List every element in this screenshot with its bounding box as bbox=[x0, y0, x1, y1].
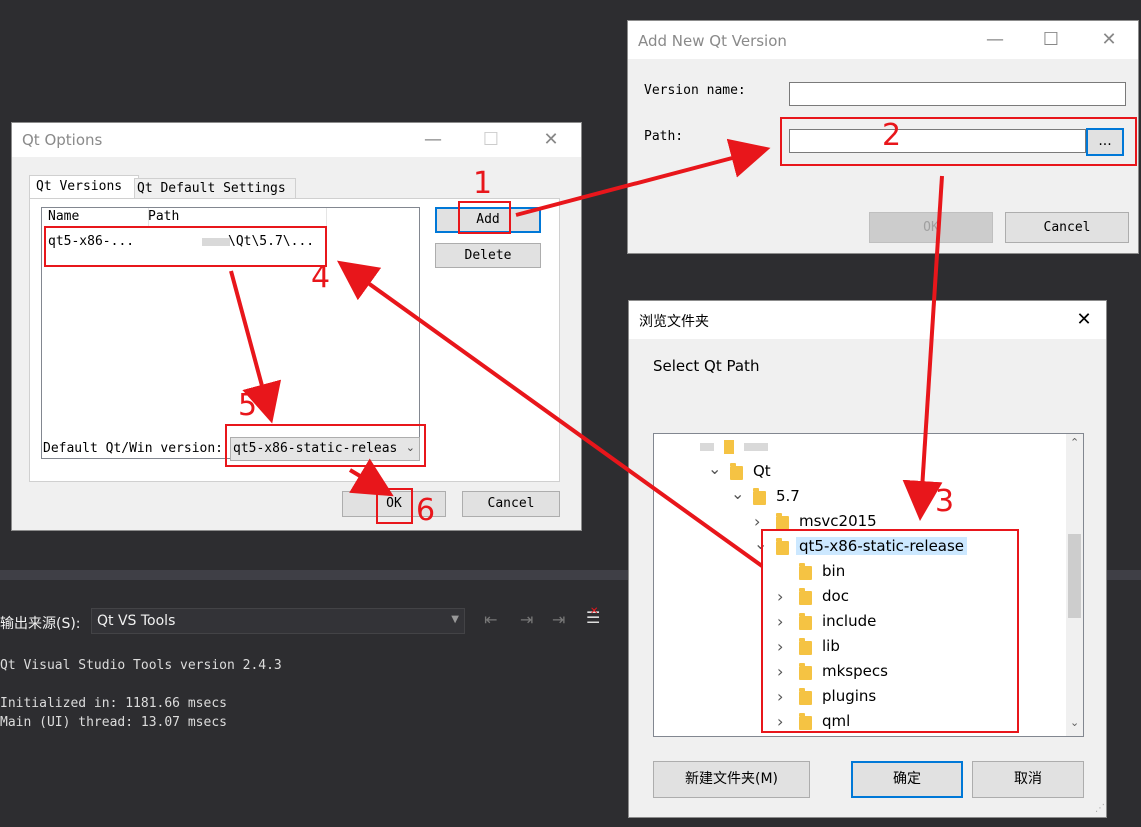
output-line: Qt Visual Studio Tools version 2.4.3 bbox=[0, 658, 282, 673]
annotation-number: 3 bbox=[935, 484, 955, 519]
minimize-icon[interactable]: — bbox=[972, 21, 1018, 59]
cancel-button[interactable]: 取消 bbox=[972, 761, 1084, 798]
new-folder-button-label: 新建文件夹(M) bbox=[684, 771, 778, 787]
close-icon[interactable]: ✕ bbox=[528, 123, 574, 157]
delete-button[interactable]: Delete bbox=[435, 243, 541, 268]
scroll-thumb[interactable] bbox=[1068, 534, 1081, 618]
annotation-box-add bbox=[458, 201, 511, 234]
new-folder-button[interactable]: 新建文件夹(M) bbox=[653, 761, 810, 798]
cancel-button-label: Cancel bbox=[487, 496, 535, 511]
close-icon[interactable]: ✕ bbox=[1086, 21, 1132, 59]
output-line: Initialized in: 1181.66 msecs bbox=[0, 696, 227, 711]
output-text: Qt Visual Studio Tools version 2.4.3 Ini… bbox=[0, 656, 630, 732]
tree-item-label: msvc2015 bbox=[799, 512, 877, 530]
delete-button-label: Delete bbox=[464, 248, 512, 263]
confirm-button[interactable]: 确定 bbox=[851, 761, 963, 798]
version-name-input[interactable] bbox=[789, 82, 1126, 106]
column-header-path[interactable]: Path bbox=[144, 208, 327, 226]
add-version-title: Add New Qt Version bbox=[638, 32, 787, 50]
redacted-folder-row bbox=[700, 440, 770, 454]
browse-prompt: Select Qt Path bbox=[653, 357, 760, 375]
goto-icon[interactable]: ⇥ bbox=[552, 610, 565, 629]
close-icon[interactable]: ✕ bbox=[1061, 301, 1107, 339]
tree-item[interactable]: ⌄ Qt bbox=[654, 459, 1068, 484]
chevron-right-icon[interactable]: › bbox=[754, 512, 760, 531]
tab-qt-versions[interactable]: Qt Versions bbox=[29, 175, 139, 200]
find-prev-icon[interactable]: ⇤ bbox=[484, 610, 497, 629]
annotation-number: 6 bbox=[416, 493, 436, 528]
output-toolbar: 输出来源(S): Qt VS Tools ▼ ⇤ ⇥ ⇥ ☰ ✕ bbox=[0, 600, 640, 640]
browse-folder-title: 浏览文件夹 bbox=[639, 314, 709, 330]
maximize-icon: ☐ bbox=[482, 129, 500, 150]
browse-folder-titlebar: 浏览文件夹 ✕ bbox=[629, 301, 1106, 339]
version-name-label: Version name: bbox=[644, 83, 746, 98]
add-version-titlebar: Add New Qt Version — ☐ ✕ bbox=[628, 21, 1138, 59]
output-source-select[interactable]: Qt VS Tools ▼ bbox=[91, 608, 465, 634]
annotation-number: 4 bbox=[311, 260, 331, 295]
clear-x-icon: ✕ bbox=[590, 606, 599, 617]
tree-item[interactable]: ⌄ 5.7 bbox=[654, 484, 1068, 509]
output-source-label: 输出来源(S): bbox=[0, 616, 81, 632]
tab-qt-default-settings[interactable]: Qt Default Settings bbox=[134, 178, 296, 199]
annotation-box-ok bbox=[376, 488, 413, 524]
qt-options-title: Qt Options bbox=[22, 131, 103, 149]
column-header-name[interactable]: Name bbox=[42, 208, 149, 226]
maximize-icon[interactable]: ☐ bbox=[1028, 21, 1074, 59]
qt-options-titlebar: Qt Options — ☐ ✕ bbox=[12, 123, 581, 157]
output-source-value: Qt VS Tools bbox=[97, 613, 176, 629]
tree-scrollbar[interactable]: ⌃ ⌄ bbox=[1066, 434, 1083, 736]
chevron-down-icon[interactable]: ⌄ bbox=[708, 459, 721, 478]
default-version-label: Default Qt/Win version: bbox=[43, 441, 224, 456]
confirm-button-label: 确定 bbox=[893, 771, 921, 787]
folder-icon bbox=[753, 488, 766, 505]
cancel-button[interactable]: Cancel bbox=[1005, 212, 1129, 243]
find-next-icon[interactable]: ⇥ bbox=[520, 610, 533, 629]
annotation-box-folder bbox=[761, 529, 1019, 733]
ok-button[interactable]: OK bbox=[869, 212, 993, 243]
minimize-icon[interactable]: — bbox=[410, 123, 456, 157]
qt-options-dialog: Qt Options — ☐ ✕ Qt Versions Qt Default … bbox=[11, 122, 582, 531]
cancel-button[interactable]: Cancel bbox=[462, 491, 560, 517]
tree-item-label: Qt bbox=[753, 462, 771, 480]
tree-item-label: 5.7 bbox=[776, 487, 800, 505]
scroll-up-icon[interactable]: ⌃ bbox=[1070, 436, 1079, 449]
scroll-down-icon[interactable]: ⌄ bbox=[1070, 716, 1079, 729]
annotation-number: 2 bbox=[882, 118, 902, 153]
annotation-box-path bbox=[780, 117, 1137, 166]
ok-button-label: OK bbox=[923, 220, 939, 235]
folder-icon bbox=[730, 463, 743, 480]
cancel-button-label: 取消 bbox=[1014, 771, 1042, 787]
output-line: Main (UI) thread: 13.07 msecs bbox=[0, 715, 227, 730]
path-label: Path: bbox=[644, 129, 684, 144]
annotation-number: 1 bbox=[473, 166, 493, 201]
annotation-box-default bbox=[225, 424, 426, 467]
annotation-box-row bbox=[44, 226, 327, 267]
folder-icon bbox=[776, 513, 789, 530]
chevron-down-icon: ▼ bbox=[451, 614, 459, 625]
resize-grip-icon[interactable]: ⋰ bbox=[1095, 803, 1105, 814]
cancel-button-label: Cancel bbox=[1043, 220, 1091, 235]
chevron-down-icon[interactable]: ⌄ bbox=[731, 484, 744, 503]
annotation-number: 5 bbox=[238, 388, 258, 423]
